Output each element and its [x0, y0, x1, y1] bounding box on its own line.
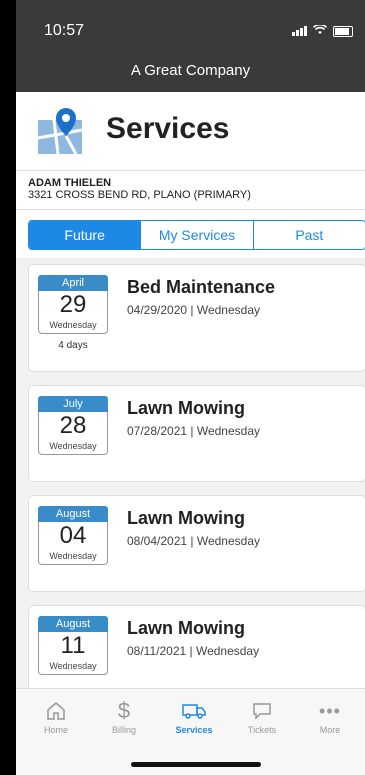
dollar-icon: $ [117, 698, 131, 723]
service-card[interactable]: August 04 Wednesday Lawn Mowing 08/04/20… [28, 495, 365, 592]
calendar-day: 11 [60, 632, 86, 659]
page-title: Services [106, 112, 230, 145]
phone-frame: 10:57 A Great Company Services ADAM THIE… [0, 0, 365, 775]
calendar-badge: April 29 Wednesday 4 days [38, 275, 108, 351]
calendar-badge: July 28 Wednesday [38, 396, 108, 455]
status-bar: 10:57 [16, 0, 365, 64]
calendar-month: August [38, 506, 108, 522]
customer-info: ADAM THIELEN 3321 CROSS BEND RD, PLANO (… [16, 171, 365, 210]
service-title: Bed Maintenance [127, 277, 276, 297]
tab-past[interactable]: Past [252, 221, 365, 249]
tabbar-home-label: Home [43, 725, 68, 735]
tabbar-services[interactable]: Services [164, 697, 224, 735]
calendar-badge: August 11 Wednesday [38, 616, 108, 675]
calendar-badge: August 04 Wednesday [38, 506, 108, 565]
tabbar-more[interactable]: ••• More [300, 697, 360, 736]
signal-icon [292, 26, 307, 36]
calendar-day: 28 [59, 412, 87, 439]
service-date: 04/29/2020 | Wednesday [127, 303, 260, 317]
bottom-tab-bar: Home $ Billing Services Tickets ••• More [16, 688, 365, 775]
home-indicator [131, 762, 261, 767]
tab-my-services[interactable]: My Services [140, 221, 253, 249]
screen: 10:57 A Great Company Services ADAM THIE… [16, 0, 365, 775]
calendar-month: July [38, 396, 108, 412]
service-date: 07/28/2021 | Wednesday [127, 424, 260, 438]
home-icon [26, 697, 86, 725]
tabbar-billing[interactable]: $ Billing [94, 697, 154, 735]
calendar-weekday: Wednesday [49, 441, 97, 451]
customer-address: 3321 CROSS BEND RD, PLANO (PRIMARY) [28, 189, 251, 201]
calendar-day: 29 [59, 291, 87, 318]
map-pin-icon [36, 106, 88, 156]
tabbar-services-label: Services [175, 725, 213, 735]
service-card[interactable]: April 29 Wednesday 4 days Bed Maintenanc… [28, 264, 365, 372]
tabbar-tickets-label: Tickets [247, 725, 277, 735]
tabbar-home[interactable]: Home [26, 697, 86, 735]
app-title: A Great Company [16, 62, 365, 92]
segment-control-wrap: Future My Services Past [16, 210, 365, 258]
service-list: April 29 Wednesday 4 days Bed Maintenanc… [16, 258, 365, 702]
calendar-month: April [38, 275, 108, 291]
service-date: 08/04/2021 | Wednesday [127, 534, 260, 548]
service-title: Lawn Mowing [127, 398, 245, 418]
status-time: 10:57 [44, 22, 85, 39]
calendar-day: 04 [59, 522, 87, 549]
service-date: 08/11/2021 | Wednesday [127, 644, 260, 658]
tabbar-tickets[interactable]: Tickets [232, 697, 292, 735]
customer-name: ADAM THIELEN [28, 177, 112, 189]
wifi-icon [312, 23, 328, 38]
calendar-weekday: Wednesday [49, 551, 97, 561]
calendar-weekday: Wednesday [49, 661, 97, 671]
page-header: Services [16, 92, 365, 171]
status-icons [292, 23, 353, 38]
chat-icon [232, 697, 292, 725]
segment-control: Future My Services Past [28, 220, 365, 250]
calendar-month: August [38, 616, 108, 632]
calendar-weekday: Wednesday [49, 320, 97, 330]
truck-icon [164, 697, 224, 725]
days-away: 4 days [58, 340, 88, 351]
service-card[interactable]: July 28 Wednesday Lawn Mowing 07/28/2021… [28, 385, 365, 482]
tab-future[interactable]: Future [29, 221, 141, 249]
tabbar-more-label: More [319, 725, 341, 735]
more-icon: ••• [319, 700, 341, 721]
service-title: Lawn Mowing [127, 508, 245, 528]
tabbar-billing-label: Billing [111, 725, 136, 735]
battery-icon [333, 25, 353, 37]
service-title: Lawn Mowing [127, 618, 245, 638]
